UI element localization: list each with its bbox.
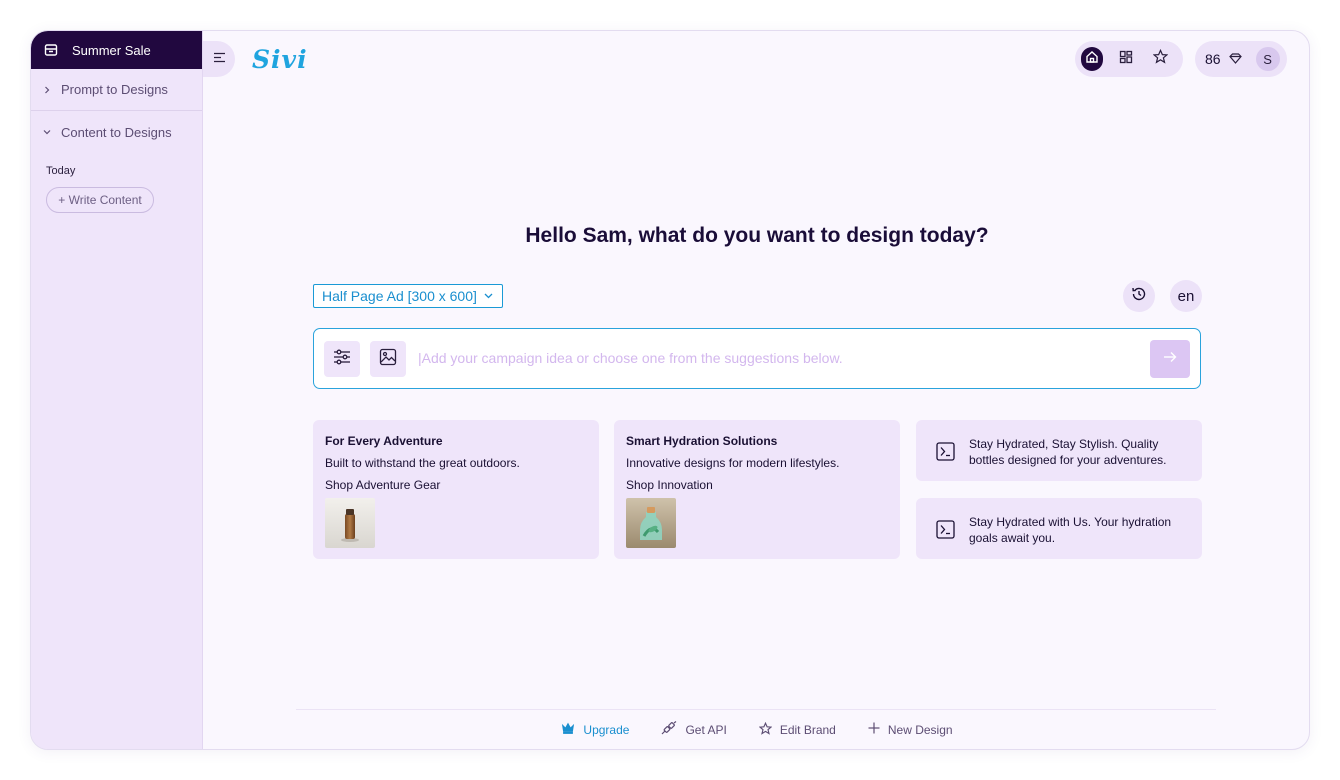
credits-count: 86 — [1205, 51, 1221, 67]
archive-icon — [44, 43, 58, 57]
home-button[interactable] — [1081, 47, 1103, 71]
sidebar-title: Summer Sale — [72, 42, 151, 58]
sidebar-item-label: Prompt to Designs — [61, 82, 168, 97]
suggestion-text-card-2[interactable]: Stay Hydrated with Us. Your hydration go… — [916, 498, 1202, 559]
footer-divider — [296, 709, 1216, 710]
send-button[interactable] — [1150, 340, 1190, 378]
ad-size-value: Half Page Ad [300 x 600] — [322, 288, 477, 304]
image-upload-button[interactable] — [370, 341, 406, 377]
sidebar-title-bar[interactable]: Summer Sale — [31, 31, 202, 69]
card-subtitle: Innovative designs for modern lifestyles… — [626, 456, 840, 470]
language-button[interactable]: en — [1170, 280, 1202, 312]
gallery-button[interactable] — [1115, 47, 1137, 71]
card-cta: Shop Innovation — [626, 478, 713, 492]
app-window: Summer Sale Prompt to Designs Content to… — [30, 30, 1310, 750]
card-cta: Shop Adventure Gear — [325, 478, 441, 492]
sliders-icon — [333, 349, 351, 370]
menu-icon — [213, 50, 226, 68]
suggestion-card-adventure[interactable]: For Every Adventure Built to withstand t… — [313, 420, 599, 559]
diamond-icon[interactable] — [1228, 51, 1242, 67]
sidebar-item-label: Content to Designs — [61, 124, 172, 140]
home-icon — [1085, 50, 1099, 69]
star-icon — [1152, 48, 1168, 69]
menu-toggle-button[interactable] — [203, 41, 235, 77]
star-icon — [758, 721, 780, 738]
get-api-label: Get API — [685, 722, 727, 737]
app-logo[interactable]: Sivi — [252, 45, 308, 74]
history-button[interactable] — [1123, 280, 1155, 312]
suggestion-text-card-1[interactable]: Stay Hydrated, Stay Stylish. Quality bot… — [916, 420, 1202, 481]
prompt-input[interactable] — [418, 343, 1138, 373]
credits-panel: 86 S — [1195, 41, 1287, 77]
image-icon — [379, 348, 397, 371]
sidebar: Summer Sale Prompt to Designs Content to… — [31, 31, 203, 749]
chevron-right-icon — [43, 86, 53, 94]
crown-icon — [561, 722, 583, 737]
card-title: Smart Hydration Solutions — [626, 434, 778, 448]
suggestion-card-hydration[interactable]: Smart Hydration Solutions Innovative des… — [614, 420, 900, 559]
suggestion-text: Stay Hydrated with Us. Your hydration go… — [969, 515, 1172, 545]
favorites-button[interactable] — [1149, 47, 1171, 71]
terminal-icon — [936, 520, 955, 539]
write-content-button[interactable]: + Write Content — [46, 187, 154, 213]
ad-size-select[interactable]: Half Page Ad [300 x 600] — [313, 284, 503, 308]
section-label-today: Today — [46, 165, 76, 177]
upgrade-label: Upgrade — [583, 722, 630, 737]
upgrade-link[interactable]: Upgrade — [561, 721, 629, 738]
suggestion-text: Stay Hydrated, Stay Stylish. Quality bot… — [969, 437, 1167, 467]
bottle-thumbnail — [626, 498, 676, 548]
chevron-down-icon — [484, 293, 493, 299]
card-title: For Every Adventure — [325, 434, 443, 448]
history-icon — [1131, 286, 1147, 306]
edit-brand-label: Edit Brand — [779, 722, 836, 737]
top-nav — [1075, 41, 1183, 77]
bottle-thumbnail — [325, 498, 375, 548]
plus-icon — [868, 722, 888, 737]
sidebar-item-content-to-designs[interactable]: Content to Designs — [31, 111, 202, 153]
arrow-right-icon — [1163, 350, 1177, 368]
edit-brand-link[interactable]: Edit Brand — [758, 721, 836, 738]
plug-icon — [661, 721, 685, 738]
terminal-icon — [936, 442, 955, 461]
new-design-label: New Design — [887, 722, 953, 737]
new-design-link[interactable]: New Design — [868, 721, 953, 738]
prompt-box — [313, 328, 1201, 389]
grid-icon — [1119, 50, 1133, 69]
chevron-down-icon — [43, 128, 53, 136]
footer: Upgrade Get API Edit Brand New Design — [203, 721, 1309, 738]
settings-button[interactable] — [324, 341, 360, 377]
sidebar-item-prompt-to-designs[interactable]: Prompt to Designs — [31, 69, 202, 111]
get-api-link[interactable]: Get API — [661, 721, 727, 738]
card-subtitle: Built to withstand the great outdoors. — [325, 456, 520, 470]
page-title: Hello Sam, what do you want to design to… — [525, 224, 989, 247]
user-avatar[interactable]: S — [1255, 47, 1280, 71]
